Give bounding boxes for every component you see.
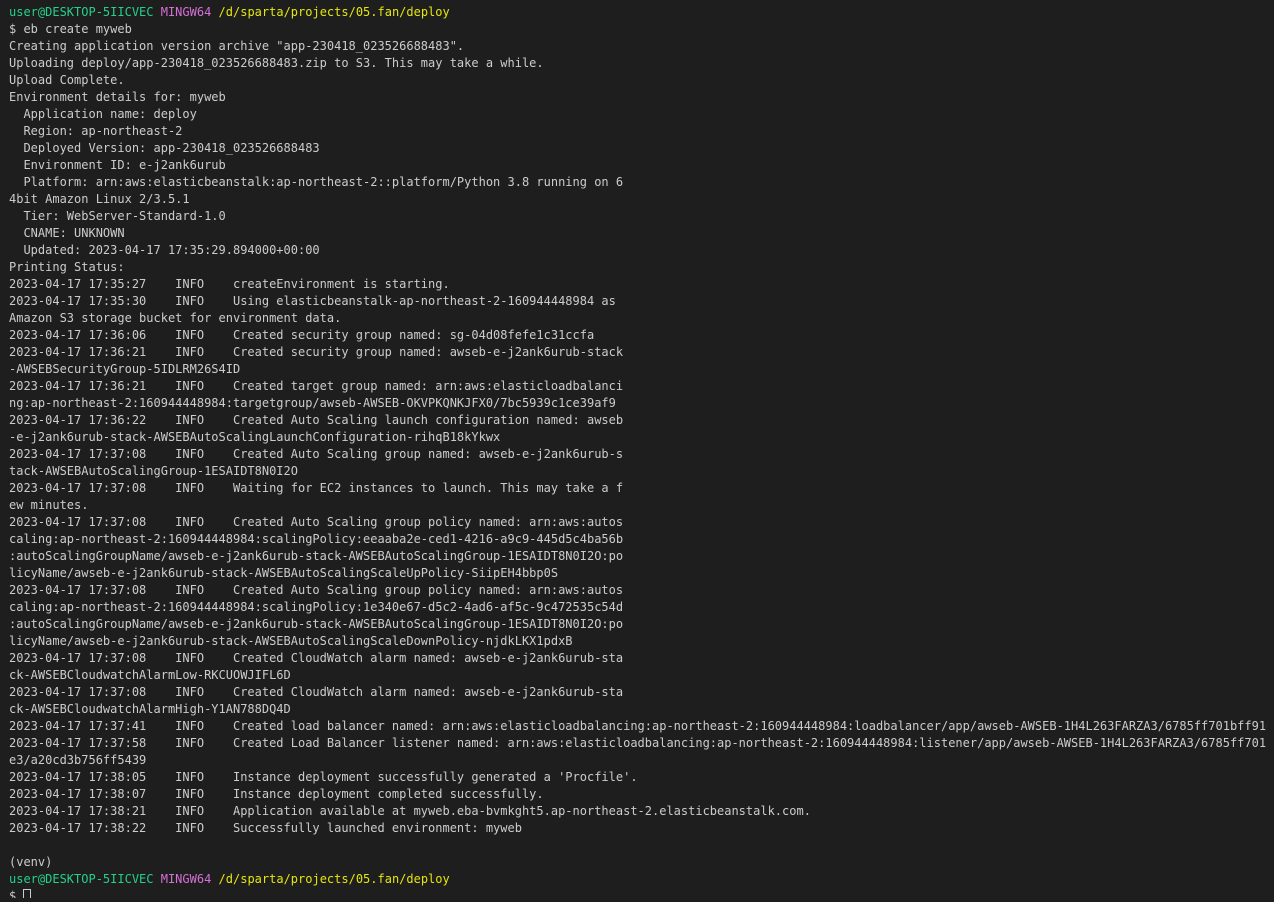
output-line: Printing Status: (9, 260, 125, 274)
output-line: 2023-04-17 17:36:21 INFO Created target … (9, 379, 624, 393)
output-line: 2023-04-17 17:36:21 INFO Created securit… (9, 345, 624, 359)
output-line: -e-j2ank6urub-stack-AWSEBAutoScalingLaun… (9, 430, 501, 444)
prompt-path: /d/sparta/projects/05.fan/deploy (218, 5, 450, 19)
output-line: 2023-04-17 17:36:06 INFO Created securit… (9, 328, 595, 342)
output-line: 2023-04-17 17:36:22 INFO Created Auto Sc… (9, 413, 624, 427)
prompt-system: MINGW64 (160, 872, 212, 886)
output-line: 2023-04-17 17:37:58 INFO Created Load Ba… (9, 736, 1267, 750)
prompt-line-bottom: user@DESKTOP-5IICVEC MINGW64 /d/sparta/p… (9, 871, 1267, 888)
output-line: licyName/awseb-e-j2ank6urub-stack-AWSEBA… (9, 634, 573, 648)
output-line: 2023-04-17 17:35:27 INFO createEnvironme… (9, 277, 450, 291)
output-line: Updated: 2023-04-17 17:35:29.894000+00:0… (9, 243, 320, 257)
output-line: ck-AWSEBCloudwatchAlarmLow-RKCUOWJIFL6D (9, 668, 291, 682)
output-line: :autoScalingGroupName/awseb-e-j2ank6urub… (9, 549, 624, 563)
output-line: Deployed Version: app-230418_02352668848… (9, 141, 320, 155)
output-line: :autoScalingGroupName/awseb-e-j2ank6urub… (9, 617, 624, 631)
output-line: 2023-04-17 17:35:30 INFO Using elasticbe… (9, 294, 616, 308)
output-line: ew minutes. (9, 498, 89, 512)
output-line: ck-AWSEBCloudwatchAlarmHigh-Y1AN788DQ4D (9, 702, 291, 716)
output-line: Region: ap-northeast-2 (9, 124, 183, 138)
output-line: 2023-04-17 17:37:08 INFO Created Auto Sc… (9, 583, 624, 597)
output-line: Application name: deploy (9, 107, 197, 121)
output-line: CNAME: UNKNOWN (9, 226, 125, 240)
output-line: 2023-04-17 17:37:08 INFO Created CloudWa… (9, 651, 624, 665)
prompt-user: user@DESKTOP-5IICVEC (9, 5, 154, 19)
input-line[interactable]: $ (9, 888, 1267, 898)
output-line: tack-AWSEBAutoScalingGroup-1ESAIDT8N0I2O (9, 464, 298, 478)
output-line: 2023-04-17 17:37:08 INFO Waiting for EC2… (9, 481, 624, 495)
output-line: caling:ap-northeast-2:160944448984:scali… (9, 532, 624, 546)
output-line: 2023-04-17 17:38:21 INFO Application ava… (9, 804, 811, 818)
output-line: 4bit Amazon Linux 2/3.5.1 (9, 192, 190, 206)
output-line: Uploading deploy/app-230418_023526688483… (9, 56, 544, 70)
output-line: 2023-04-17 17:37:08 INFO Created Auto Sc… (9, 515, 624, 529)
prompt-line-top: user@DESKTOP-5IICVEC MINGW64 /d/sparta/p… (9, 4, 1267, 21)
prompt-path: /d/sparta/projects/05.fan/deploy (218, 872, 450, 886)
output-line: 2023-04-17 17:38:05 INFO Instance deploy… (9, 770, 638, 784)
output-line: Environment details for: myweb (9, 90, 226, 104)
output-line: 2023-04-17 17:37:08 INFO Created CloudWa… (9, 685, 624, 699)
command-output: Creating application version archive "ap… (9, 38, 1267, 871)
output-line: ng:ap-northeast-2:160944448984:targetgro… (9, 396, 616, 410)
output-line: 2023-04-17 17:37:08 INFO Created Auto Sc… (9, 447, 624, 461)
output-line: Upload Complete. (9, 73, 125, 87)
output-line: Amazon S3 storage bucket for environment… (9, 311, 342, 325)
output-line: caling:ap-northeast-2:160944448984:scali… (9, 600, 624, 614)
output-line: 2023-04-17 17:37:41 INFO Created load ba… (9, 719, 1267, 733)
text-cursor[interactable] (23, 889, 32, 898)
output-line: Platform: arn:aws:elasticbeanstalk:ap-no… (9, 175, 624, 189)
output-line: licyName/awseb-e-j2ank6urub-stack-AWSEBA… (9, 566, 559, 580)
output-line: 2023-04-17 17:38:07 INFO Instance deploy… (9, 787, 544, 801)
prompt-user: user@DESKTOP-5IICVEC (9, 872, 154, 886)
output-line: 2023-04-17 17:38:22 INFO Successfully la… (9, 821, 522, 835)
output-line: (venv) (9, 855, 53, 869)
prompt-system: MINGW64 (160, 5, 212, 19)
output-line: e3/a20cd3b756ff5439 (9, 753, 147, 767)
output-line: Creating application version archive "ap… (9, 39, 465, 53)
output-line: Environment ID: e-j2ank6urub (9, 158, 226, 172)
output-line: Tier: WebServer-Standard-1.0 (9, 209, 226, 223)
terminal-window[interactable]: user@DESKTOP-5IICVEC MINGW64 /d/sparta/p… (9, 4, 1267, 898)
command-line: $ eb create myweb (9, 22, 132, 36)
output-line: -AWSEBSecurityGroup-5IDLRM26S4ID (9, 362, 241, 376)
input-prompt: $ (9, 889, 17, 898)
